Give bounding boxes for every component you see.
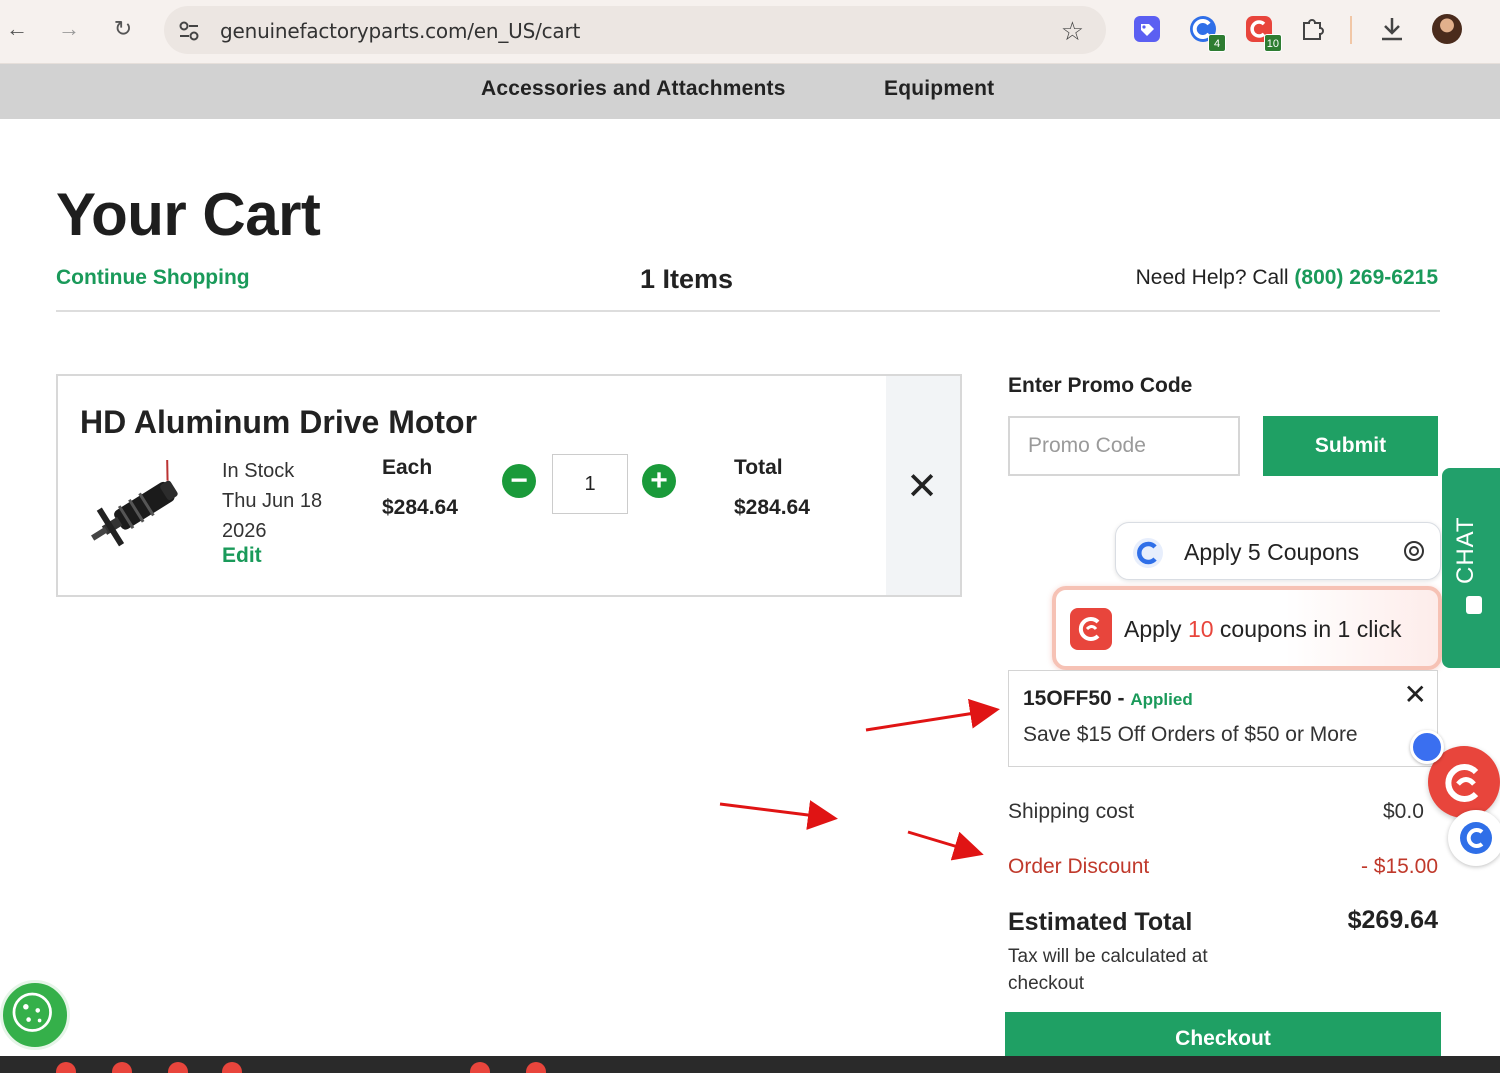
annotation-arrow [907, 830, 984, 861]
annotation-arrows [719, 698, 1000, 861]
annotation-arrow [719, 800, 838, 830]
annotation-arrow [865, 698, 1000, 732]
